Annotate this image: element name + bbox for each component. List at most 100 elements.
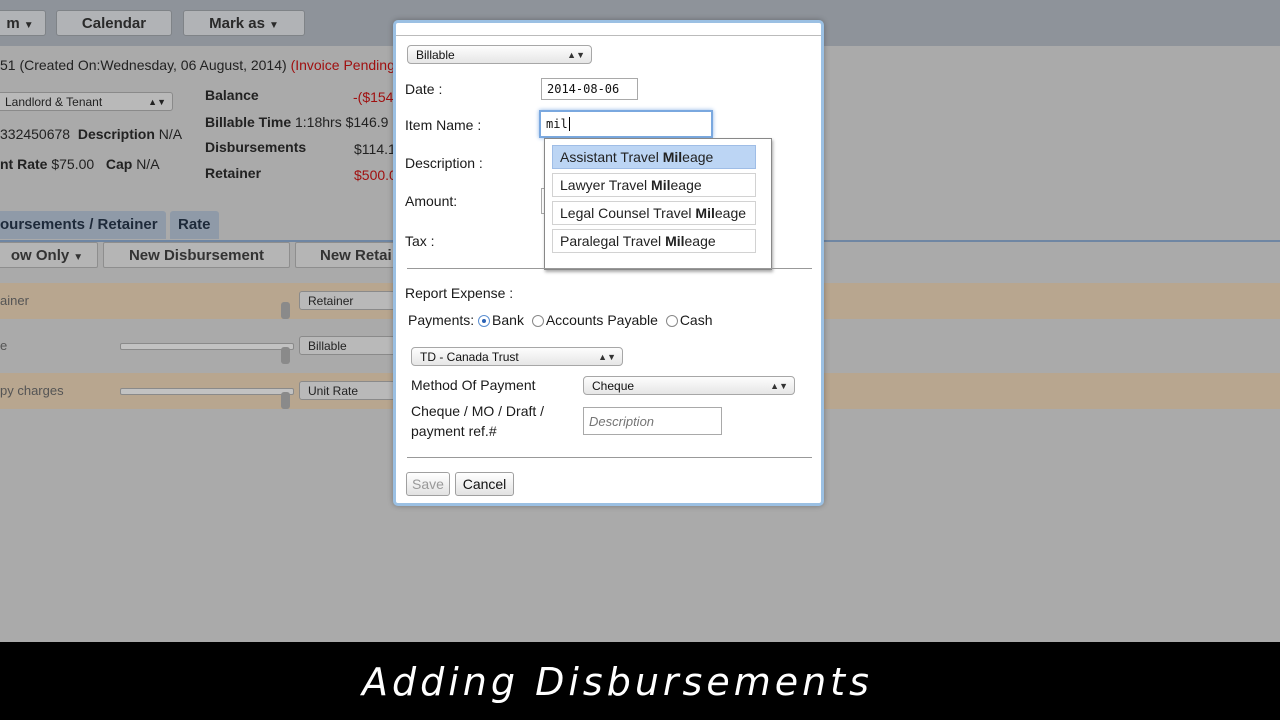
text-cursor xyxy=(568,117,570,131)
description-value: N/A xyxy=(158,126,183,142)
tab-disbursements-retainer[interactable]: oursements / Retainer xyxy=(0,211,166,239)
billable-time-row: Billable Time 1:18hrs $146.9 xyxy=(205,114,388,130)
autocomplete-item[interactable]: Paralegal Travel Mileage xyxy=(552,229,756,253)
item-name-value: mil xyxy=(546,117,568,131)
autocomplete-suffix: eage xyxy=(684,233,716,249)
toolbar-menu-button[interactable]: m ▼ xyxy=(0,10,46,36)
cap-value: N/A xyxy=(136,156,160,172)
description-label: Description xyxy=(77,126,155,142)
matter-rate-row: nt Rate $75.00 Cap N/A xyxy=(0,156,160,172)
status-badge: (Invoice Pending xyxy=(290,57,395,73)
rate-value: $75.00 xyxy=(51,156,95,172)
new-retainer-label: New Retai xyxy=(320,247,392,264)
item-name-label: Item Name : xyxy=(405,117,482,133)
select-caret-icon: ▲▼ xyxy=(770,381,788,391)
slider-track[interactable] xyxy=(120,343,294,350)
autocomplete-suffix: eage xyxy=(670,177,702,193)
accounts-payable-radio[interactable] xyxy=(531,315,544,327)
balance-label: Balance xyxy=(205,87,259,103)
billing-type-select[interactable]: Billable ▲▼ xyxy=(407,45,592,64)
select-caret-icon: ▲▼ xyxy=(598,352,616,362)
bank-account-value: TD - Canada Trust xyxy=(420,350,519,364)
billable-time-label: Billable Time xyxy=(205,114,292,130)
method-of-payment-label: Method Of Payment xyxy=(411,377,536,393)
chevron-down-icon: ▼ xyxy=(268,20,279,31)
mark-as-button[interactable]: Mark as ▼ xyxy=(183,10,305,36)
disbursements-value: $114.1 xyxy=(354,141,396,157)
accounts-payable-radio-label: Accounts Payable xyxy=(545,312,658,328)
cancel-label: Cancel xyxy=(462,476,507,492)
tab-rate[interactable]: Rate xyxy=(170,211,219,239)
autocomplete-prefix: Paralegal Travel xyxy=(560,233,666,249)
cash-radio[interactable] xyxy=(665,315,678,327)
save-button[interactable]: Save xyxy=(406,472,450,496)
video-caption-bar: Adding Disbursements xyxy=(0,642,1280,720)
autocomplete-item[interactable]: Assistant Travel Mileage xyxy=(552,145,756,169)
amount-label: Amount: xyxy=(405,193,458,209)
cheque-ref-label: Cheque / MO / Draft / xyxy=(411,403,545,419)
description-label: Description : xyxy=(405,155,483,171)
video-caption: Adding Disbursements xyxy=(362,660,873,704)
new-disbursement-button[interactable]: New Disbursement xyxy=(103,242,290,268)
autocomplete-prefix: Lawyer Travel xyxy=(560,177,652,193)
chevron-down-icon: ▼ xyxy=(73,252,84,263)
matter-type-value: Landlord & Tenant xyxy=(5,95,103,109)
show-only-button[interactable]: ow Only ▼ xyxy=(0,242,98,268)
autocomplete-prefix: Legal Counsel Travel xyxy=(560,205,696,221)
date-value: 2014-08-06 xyxy=(547,82,620,96)
row-text: py charges xyxy=(0,383,64,398)
mark-as-label: Mark as xyxy=(209,15,265,32)
save-label: Save xyxy=(412,476,444,492)
row-type-value: Unit Rate xyxy=(308,384,359,398)
tab-label: Rate xyxy=(178,216,211,233)
autocomplete-match: Mil xyxy=(665,233,685,249)
retainer-label: Retainer xyxy=(205,165,262,181)
row-text: ainer xyxy=(0,293,29,308)
toolbar-menu-label: m xyxy=(6,15,20,32)
divider xyxy=(407,457,812,458)
cheque-ref-input[interactable] xyxy=(583,407,722,435)
cancel-button[interactable]: Cancel xyxy=(455,472,514,496)
method-of-payment-select[interactable]: Cheque ▲▼ xyxy=(583,376,795,395)
matter-created: 51 (Created On:Wednesday, 06 August, 201… xyxy=(0,57,287,73)
row-text: e xyxy=(0,338,8,353)
autocomplete-match: Mil xyxy=(662,149,683,165)
slider-handle[interactable] xyxy=(281,302,290,319)
balance-value: -($154 xyxy=(353,89,394,105)
item-autocomplete-list: Assistant Travel Mileage Lawyer Travel M… xyxy=(544,138,772,270)
divider xyxy=(407,268,812,269)
tax-label: Tax : xyxy=(405,233,435,249)
billing-type-value: Billable xyxy=(416,48,455,62)
matter-phone-row: 332450678 Description N/A xyxy=(0,126,182,142)
slider-handle[interactable] xyxy=(281,347,290,364)
autocomplete-match: Mil xyxy=(651,177,671,193)
new-disbursement-label: New Disbursement xyxy=(128,247,265,264)
matter-type-select[interactable]: Landlord & Tenant ▲▼ xyxy=(0,92,173,111)
date-label: Date : xyxy=(405,81,443,97)
billable-time-value: 1:18hrs $146.9 xyxy=(295,114,389,130)
date-input[interactable]: 2014-08-06 xyxy=(541,78,638,100)
cap-label: Cap xyxy=(105,156,133,172)
cheque-ref-label-2: payment ref.# xyxy=(411,423,497,439)
report-expense-label: Report Expense : xyxy=(405,285,514,301)
slider-handle[interactable] xyxy=(281,392,290,409)
rate-label: nt Rate xyxy=(0,156,48,172)
autocomplete-match: Mil xyxy=(695,205,715,221)
disbursements-label: Disbursements xyxy=(205,139,307,155)
slider-track[interactable] xyxy=(120,388,294,395)
tab-label: oursements / Retainer xyxy=(0,216,158,233)
matter-phone: 332450678 xyxy=(0,126,71,142)
new-retainer-button[interactable]: New Retai xyxy=(295,242,405,268)
dialog-top-divider xyxy=(396,35,821,36)
autocomplete-item[interactable]: Lawyer Travel Mileage xyxy=(552,173,756,197)
matter-header: 51 (Created On:Wednesday, 06 August, 201… xyxy=(0,57,395,73)
calendar-label: Calendar xyxy=(81,15,147,32)
item-name-input[interactable]: mil xyxy=(539,110,713,138)
payments-row: Payments: Bank Accounts Payable Cash xyxy=(408,312,713,328)
method-of-payment-value: Cheque xyxy=(592,379,635,393)
calendar-button[interactable]: Calendar xyxy=(56,10,172,36)
autocomplete-item[interactable]: Legal Counsel Travel Mileage xyxy=(552,201,756,225)
bank-radio[interactable] xyxy=(478,315,491,327)
bank-account-select[interactable]: TD - Canada Trust ▲▼ xyxy=(411,347,623,366)
autocomplete-prefix: Assistant Travel xyxy=(560,149,663,165)
